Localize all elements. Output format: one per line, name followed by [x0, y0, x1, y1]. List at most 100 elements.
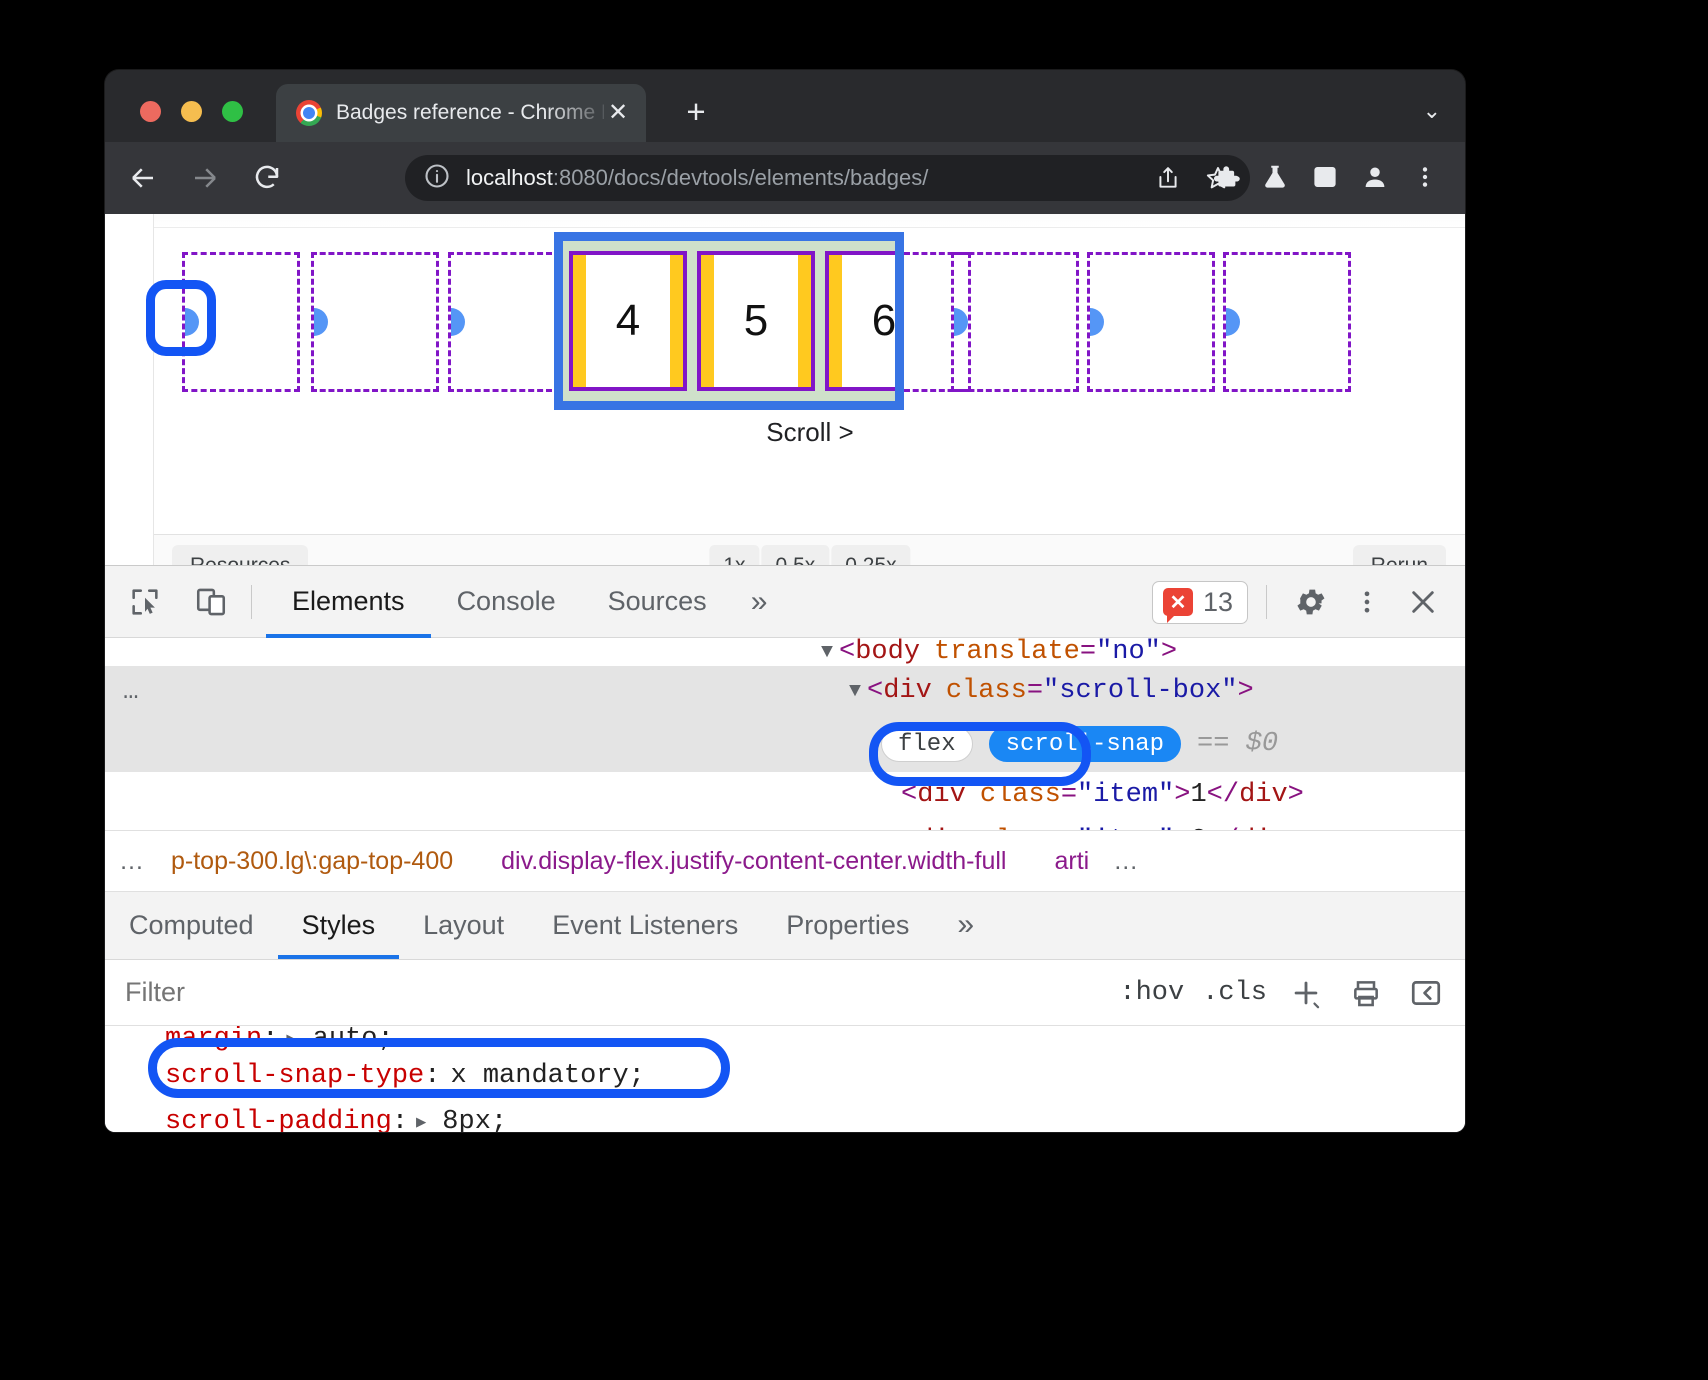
rerun-button[interactable]: Rerun [1353, 545, 1446, 566]
snap-area [311, 252, 439, 392]
status-badge[interactable]: ✕ 13 [1152, 581, 1248, 624]
url-host: localhost [466, 165, 553, 190]
style-value[interactable]: auto; [313, 1026, 394, 1052]
tab-styles[interactable]: Styles [278, 891, 400, 959]
browser-toolbar: localhost:8080/docs/devtools/elements/ba… [105, 142, 1465, 214]
expand-arrow-icon[interactable]: ▼ [821, 641, 833, 664]
style-value[interactable]: 8px; [442, 1107, 507, 1132]
snap-point-dot [1076, 308, 1104, 336]
style-property[interactable]: scroll-snap-type [165, 1061, 424, 1091]
breadcrumb-overflow-left[interactable]: … [105, 847, 161, 876]
tab-console[interactable]: Console [431, 566, 582, 638]
devtools-panel: Elements Console Sources » ✕ 13 [105, 565, 1465, 1132]
expand-triangle-icon[interactable]: ▶ [416, 1112, 426, 1133]
extensions-puzzle-icon[interactable] [1203, 155, 1247, 199]
expand-arrow-icon[interactable]: ▼ [849, 680, 861, 703]
cls-toggle[interactable]: .cls [1202, 978, 1267, 1008]
style-property[interactable]: scroll-padding [165, 1107, 392, 1132]
toggle-sidebar-icon[interactable] [1405, 972, 1447, 1014]
error-bubble-icon: ✕ [1163, 588, 1193, 616]
reload-icon[interactable] [243, 154, 291, 202]
badge-flex[interactable]: flex [881, 726, 973, 762]
info-circle-icon[interactable] [423, 162, 453, 195]
dom-row-selected[interactable]: … ▼ <div class="scroll-box"> [105, 666, 1465, 716]
breadcrumb-item[interactable]: arti [1044, 847, 1099, 876]
style-declaration-highlighted[interactable]: scroll-snap-type:x mandatory; [105, 1052, 1465, 1100]
tab-properties[interactable]: Properties [762, 891, 933, 959]
screenshot-root: Badges reference - Chrome De ✕ + ⌄ [0, 0, 1708, 1380]
dom-tree: ▼ <body translate="no"> … ▼ <div class="… [105, 638, 1465, 830]
style-rules-list: margin:▶auto; scroll-snap-type:x mandato… [105, 1026, 1465, 1132]
styles-filter-row: :hov .cls [105, 960, 1465, 1026]
devtools-tabs: Elements Console Sources » [266, 566, 785, 638]
zoom-1x-button[interactable]: 1x [709, 545, 759, 566]
print-style-icon[interactable] [1345, 972, 1387, 1014]
tab-computed[interactable]: Computed [105, 891, 278, 959]
resources-group: Resources [172, 545, 308, 566]
arrow-forward-icon[interactable] [181, 154, 229, 202]
zoom-025x-button[interactable]: 0.25x [831, 545, 910, 566]
divider [1266, 585, 1267, 619]
rerun-group: Rerun [1353, 545, 1446, 566]
share-icon[interactable] [1146, 156, 1190, 200]
profile-avatar-icon[interactable] [1353, 155, 1397, 199]
gear-icon[interactable] [1285, 576, 1337, 628]
maximize-window-button[interactable] [222, 101, 243, 122]
error-count: 13 [1203, 587, 1233, 618]
more-tabs-chevron-icon[interactable]: » [733, 566, 786, 638]
chrome-logo-icon [296, 100, 322, 126]
url-text: localhost:8080/docs/devtools/elements/ba… [466, 165, 1146, 191]
dom-row-body[interactable]: ▼ <body translate="no"> [105, 638, 1465, 666]
dom-row-item-1[interactable]: <div class="item">1</div> [105, 772, 1465, 818]
styles-filter-actions: :hov .cls [1119, 972, 1465, 1014]
close-window-button[interactable] [140, 101, 161, 122]
dom-row-item-2[interactable]: <div class="item">2</div> [105, 818, 1465, 830]
hov-toggle[interactable]: :hov [1119, 978, 1184, 1008]
url-path: :8080/docs/devtools/elements/badges/ [553, 165, 928, 190]
arrow-back-icon[interactable] [119, 154, 167, 202]
new-tab-button[interactable]: + [675, 92, 717, 134]
breadcrumb-item[interactable]: p-top-300.lg\:gap-top-400 [161, 847, 463, 876]
badge-scroll-snap[interactable]: scroll-snap [989, 726, 1181, 762]
close-icon[interactable] [1397, 576, 1449, 628]
minimize-window-button[interactable] [181, 101, 202, 122]
overflow-dots[interactable]: … [123, 676, 142, 706]
filter-input[interactable] [105, 977, 1119, 1008]
browser-window: Badges reference - Chrome De ✕ + ⌄ [105, 70, 1465, 1132]
style-value[interactable]: x mandatory; [450, 1061, 644, 1091]
snap-point-dot [1212, 308, 1240, 336]
tab-sources[interactable]: Sources [582, 566, 733, 638]
kebab-menu-icon[interactable] [1341, 576, 1393, 628]
tab-layout[interactable]: Layout [399, 891, 528, 959]
snap-point-dot [437, 308, 465, 336]
breadcrumb-item-active[interactable]: div.display-flex.justify-content-center.… [491, 847, 1016, 876]
side-panel-icon[interactable] [1303, 155, 1347, 199]
browser-tab[interactable]: Badges reference - Chrome De ✕ [276, 84, 646, 142]
device-toggle-icon[interactable] [185, 576, 237, 628]
resources-button[interactable]: Resources [172, 545, 308, 566]
selected-node-marker: == $0 [1197, 729, 1278, 759]
kebab-menu-icon[interactable] [1403, 155, 1447, 199]
close-icon[interactable]: ✕ [604, 101, 632, 125]
plus-icon[interactable] [1285, 972, 1327, 1014]
dom-row-badges: flex scroll-snap == $0 [105, 716, 1465, 772]
labs-flask-icon[interactable] [1253, 155, 1297, 199]
chevron-down-icon[interactable]: ⌄ [1423, 98, 1441, 124]
snap-area [1223, 252, 1351, 392]
breadcrumb-overflow-right[interactable]: … [1099, 847, 1155, 876]
expand-triangle-icon[interactable]: ▶ [286, 1029, 296, 1050]
style-property[interactable]: margin [165, 1026, 262, 1052]
tab-event-listeners[interactable]: Event Listeners [528, 891, 762, 959]
snap-item: 4 [569, 251, 687, 391]
style-declaration[interactable]: margin:▶auto; [105, 1026, 1465, 1052]
address-bar[interactable]: localhost:8080/docs/devtools/elements/ba… [405, 155, 1250, 201]
inspect-cursor-icon[interactable] [119, 576, 171, 628]
style-declaration[interactable]: scroll-padding:▶8px; [105, 1100, 1465, 1132]
scroll-snap-overlay: 4 5 6 7 [154, 232, 1465, 532]
window-controls [140, 101, 243, 122]
zoom-05x-button[interactable]: 0.5x [762, 545, 830, 566]
snap-point-dot [300, 308, 328, 336]
page-viewport: 4 5 6 7 [105, 214, 1465, 565]
more-styles-tabs-chevron-icon[interactable]: » [933, 891, 998, 959]
tab-elements[interactable]: Elements [266, 566, 431, 638]
